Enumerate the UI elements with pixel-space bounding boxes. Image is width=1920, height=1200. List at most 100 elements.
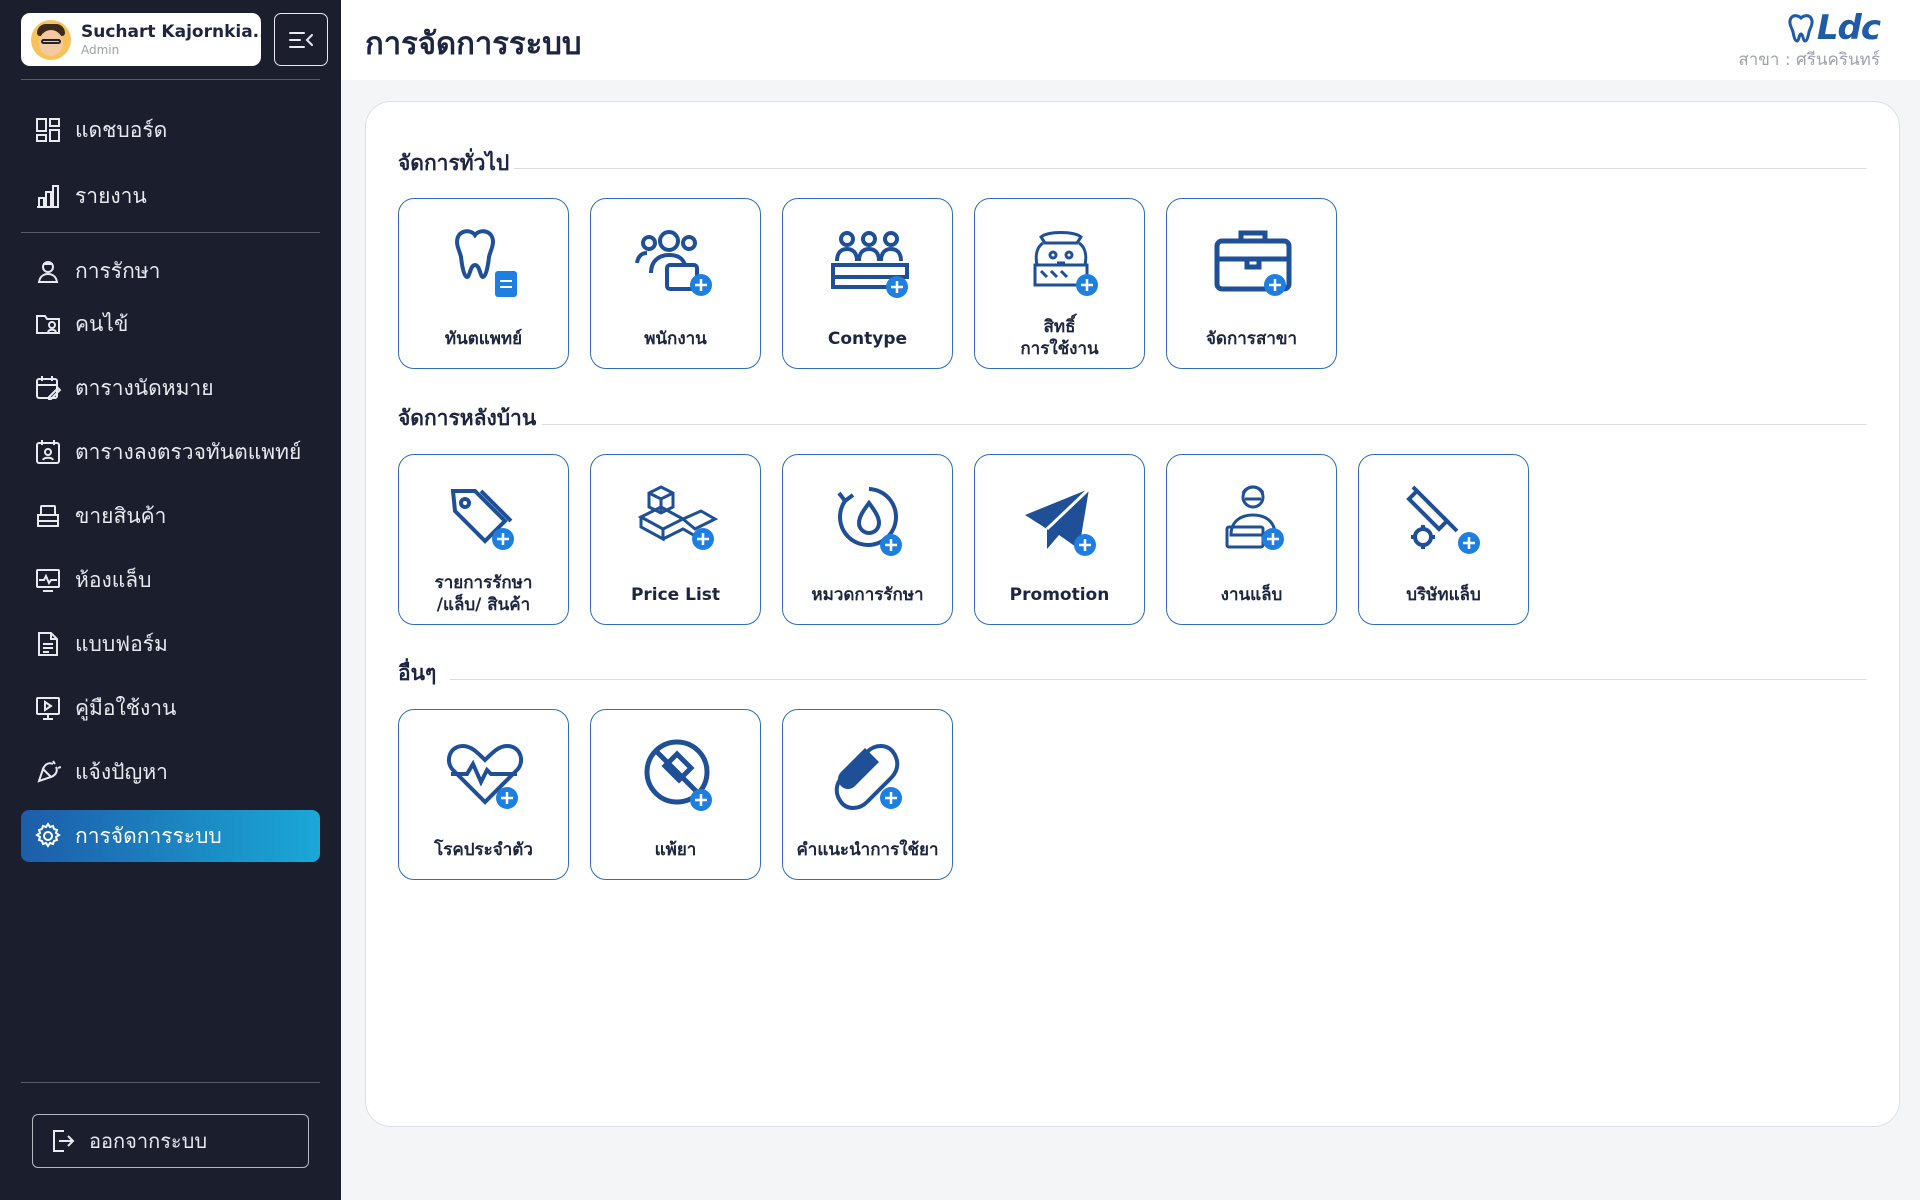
card-label: Promotion	[1009, 585, 1110, 605]
staff-add-icon	[635, 230, 712, 296]
capsule-icon	[834, 744, 902, 810]
tooth-logo-icon	[1788, 14, 1814, 43]
nav-label: แจ้งปัญหา	[75, 759, 168, 784]
section-divider	[542, 424, 1867, 425]
nav-manual[interactable]: คู่มือใช้งาน	[21, 682, 320, 734]
group-table-icon	[831, 231, 909, 298]
logout-button[interactable]: ออกจากระบบ	[32, 1114, 309, 1168]
dashboard-icon	[33, 115, 63, 145]
logout-label: ออกจากระบบ	[89, 1129, 208, 1153]
calendar-edit-icon	[33, 373, 63, 403]
tooth-document-icon	[455, 229, 517, 297]
heart-pulse-icon	[446, 743, 524, 809]
nav-forms[interactable]: แบบฟอร์ม	[21, 618, 320, 670]
card-drug-allergy[interactable]: แพ้ยา	[590, 709, 761, 880]
page-title: การจัดการระบบ	[365, 26, 582, 62]
card-price-list[interactable]: Price List	[590, 454, 761, 625]
card-label: พนักงาน	[644, 329, 707, 349]
avatar	[31, 19, 71, 60]
card-contype[interactable]: Contype	[782, 198, 953, 369]
card-branch[interactable]: จัดการสาขา	[1166, 198, 1337, 369]
nav-label: การรักษา	[75, 258, 161, 283]
section-title: จัดการหลังบ้าน	[398, 406, 537, 430]
calendar-doctor-icon	[33, 437, 63, 467]
nav-treatment[interactable]: การรักษา	[21, 245, 320, 297]
card-drug-advice[interactable]: คำแนะนำการใช้ยา	[782, 709, 953, 880]
section-title: จัดการทั่วไป	[398, 151, 510, 175]
card-label: รายการรักษา /แล็บ/ สินค้า	[434, 573, 533, 615]
price-tags-icon	[450, 489, 514, 550]
sidebar: Suchart Kajornkia... Admin แดชบอร์ด รายง…	[0, 0, 341, 1200]
card-promotion[interactable]: Promotion	[974, 454, 1145, 625]
nav-doctor-schedule[interactable]: ตารางลงตรวจทันตแพทย์	[21, 426, 320, 478]
card-label: สิทธิ์ การใช้งาน	[1020, 317, 1099, 359]
nav-label: คนไข้	[75, 311, 129, 336]
card-dentist[interactable]: ทันตแพทย์	[398, 198, 569, 369]
card-label: โรคประจำตัว	[434, 840, 533, 860]
settings-panel: จัดการทั่วไป ทันตแพทย์ พนักงาน Contype ส…	[365, 101, 1900, 1127]
form-document-icon	[33, 629, 63, 659]
nav-system-settings[interactable]: การจัดการระบบ	[21, 810, 320, 862]
paper-plane-icon	[1025, 487, 1096, 556]
card-treatment-items[interactable]: รายการรักษา /แล็บ/ สินค้า	[398, 454, 569, 625]
nav-label: คู่มือใช้งาน	[75, 695, 177, 720]
sidebar-divider	[21, 79, 320, 80]
user-profile[interactable]: Suchart Kajornkia... Admin	[21, 13, 261, 66]
boxes-icon	[637, 485, 719, 550]
card-staff[interactable]: พนักงาน	[590, 198, 761, 369]
lab-worker-icon	[1225, 485, 1284, 550]
cycle-drop-icon	[837, 487, 902, 556]
top-header: การจัดการระบบ Ldc สาขา : ศรีนครินทร์	[341, 0, 1920, 80]
nav-label: ห้องแล็บ	[75, 567, 152, 592]
syringe-gear-icon	[1406, 485, 1480, 554]
nav-label: ขายสินค้า	[75, 503, 167, 528]
nav-patient[interactable]: คนไข้	[21, 298, 320, 350]
manual-screen-icon	[33, 693, 63, 723]
sidebar-divider	[21, 1082, 320, 1083]
patient-folder-icon	[33, 309, 63, 339]
report-problem-icon	[33, 757, 63, 787]
nav-label: แดชบอร์ด	[75, 117, 168, 142]
collapse-menu-button[interactable]	[274, 13, 328, 66]
card-lab-work[interactable]: งานแล็บ	[1166, 454, 1337, 625]
card-label: Contype	[827, 329, 908, 349]
card-label: บริษัทแล็บ	[1406, 585, 1481, 605]
card-label: งานแล็บ	[1220, 585, 1283, 605]
nav-label: การจัดการระบบ	[75, 823, 222, 848]
card-lab-company[interactable]: บริษัทแล็บ	[1358, 454, 1529, 625]
nav-report-problem[interactable]: แจ้งปัญหา	[21, 746, 320, 798]
no-pill-icon	[644, 739, 712, 811]
card-label: แพ้ยา	[654, 840, 697, 860]
menu-collapse-icon	[289, 31, 313, 48]
branch-label: สาขา : ศรีนครินทร์	[1738, 50, 1880, 70]
nav-lab[interactable]: ห้องแล็บ	[21, 554, 320, 606]
card-label: Price List	[630, 585, 721, 605]
sidebar-divider	[21, 232, 320, 233]
card-label: คำแนะนำการใช้ยา	[796, 840, 939, 860]
nav-label: ตารางลงตรวจทันตแพทย์	[75, 439, 302, 464]
nav-report[interactable]: รายงาน	[21, 170, 320, 222]
section-title: อื่นๆ	[398, 661, 437, 685]
card-permission[interactable]: สิทธิ์ การใช้งาน	[974, 198, 1145, 369]
cashier-icon	[33, 501, 63, 531]
nav-label: รายงาน	[75, 183, 147, 208]
nav-sales[interactable]: ขายสินค้า	[21, 490, 320, 542]
card-label: จัดการสาขา	[1205, 329, 1298, 349]
nav-label: แบบฟอร์ม	[75, 631, 168, 656]
settings-gear-icon	[33, 821, 63, 851]
card-label: ทันตแพทย์	[444, 329, 523, 349]
logout-icon	[47, 1126, 77, 1156]
card-disease[interactable]: โรคประจำตัว	[398, 709, 569, 880]
card-treatment-category[interactable]: หมวดการรักษา	[782, 454, 953, 625]
permission-officer-icon	[1033, 231, 1098, 296]
section-divider	[514, 168, 1867, 169]
user-name: Suchart Kajornkia...	[81, 22, 261, 42]
brand-logo: Ldc	[1738, 8, 1881, 48]
brand-name: Ldc	[1816, 8, 1881, 48]
nav-dashboard[interactable]: แดชบอร์ด	[21, 104, 320, 156]
doctor-icon	[33, 256, 63, 286]
report-chart-icon	[33, 181, 63, 211]
nav-appointment[interactable]: ตารางนัดหมาย	[21, 362, 320, 414]
section-divider	[450, 679, 1867, 680]
brand: Ldc สาขา : ศรีนครินทร์	[1738, 8, 1881, 73]
